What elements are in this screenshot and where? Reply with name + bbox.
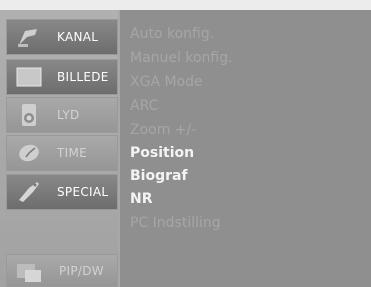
menu-item-xga-mode: XGA Mode [130, 74, 203, 90]
sidebar-item-label: LYD [57, 108, 80, 122]
clock-icon [19, 144, 39, 162]
osd-menu: KANAL BILLEDE LYD TIME SPECIAL PIP/DW Au… [0, 10, 371, 287]
menu-item-zoom: Zoom +/- [130, 122, 197, 138]
sidebar-item-kanal[interactable]: KANAL [6, 19, 118, 55]
pip-icon [17, 264, 41, 282]
sidebar-item-time[interactable]: TIME [6, 135, 118, 171]
menu-item-pc-indstilling: PC Indstilling [130, 215, 221, 231]
sidebar-item-special[interactable]: SPECIAL [6, 174, 118, 210]
menu-item-arc: ARC [130, 98, 159, 114]
sidebar-item-label: BILLEDE [57, 70, 109, 84]
sidebar-item-label: PIP/DW [59, 264, 104, 278]
sidebar-item-label: SPECIAL [57, 185, 109, 199]
menu-item-position[interactable]: Position [130, 145, 194, 161]
sidebar-item-label: TIME [57, 146, 88, 160]
menu-item-nr[interactable]: NR [130, 191, 153, 207]
menu-item-biograf[interactable]: Biograf [130, 168, 188, 184]
sidebar: KANAL BILLEDE LYD TIME SPECIAL PIP/DW [0, 10, 120, 287]
sidebar-item-billede[interactable]: BILLEDE [6, 59, 118, 95]
sidebar-item-lyd[interactable]: LYD [6, 97, 118, 133]
speaker-icon [22, 104, 36, 126]
sidebar-item-label: KANAL [57, 30, 99, 44]
picture-icon [16, 67, 42, 87]
menu-item-manuel-konfig: Manuel konfig. [130, 50, 233, 66]
menu-item-auto-konfig: Auto konfig. [130, 26, 215, 42]
satellite-dish-icon [18, 29, 37, 47]
sidebar-item-pip-dw[interactable]: PIP/DW [6, 254, 118, 287]
tag-icon [19, 182, 39, 202]
